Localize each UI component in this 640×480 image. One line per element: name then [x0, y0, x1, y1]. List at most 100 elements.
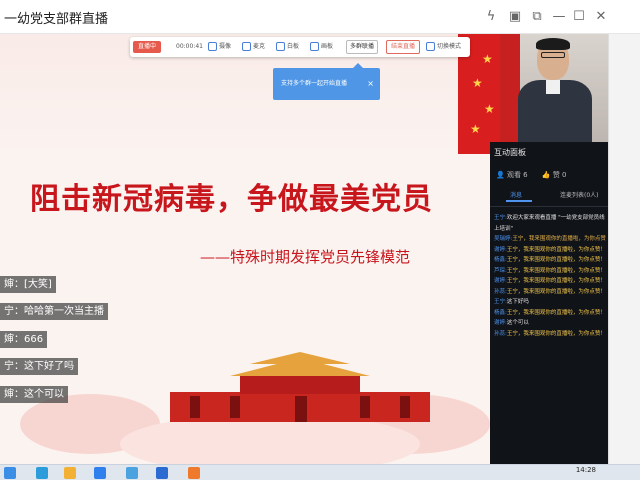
chat-message: 上培训": [494, 225, 606, 233]
chat-text: 王宁，我来围观你的直播啦，为你点赞！: [506, 278, 606, 284]
chat-username: 谢婷:: [494, 278, 507, 284]
slide-subheadline: ——特殊时期发挥党员先锋模范: [200, 248, 411, 266]
chat-text: 王宁，我来围观你的直播啦，为你点赞: [512, 236, 606, 242]
chat-text: 王宁，我来围观你的直播啦，为你点赞！: [506, 267, 606, 274]
presenter-collar: [546, 80, 560, 94]
browser-icon[interactable]: [36, 467, 48, 479]
chat-message: 谢婷:王宁，我来围观你的直播啦，为你点赞！: [494, 277, 606, 285]
panel-edge: [608, 34, 640, 464]
presenter-camera-feed: [500, 34, 608, 142]
tooltip-text: 支持多个群一起开始直播: [281, 80, 348, 87]
danmaku-message: 宁：哈哈第一次当主播: [0, 303, 108, 320]
chat-text: 王宁，我来围观你的直播啦，为你点赞！: [506, 246, 606, 253]
chat-username: 吴瑞婷:: [494, 236, 513, 242]
app-icon[interactable]: [126, 467, 138, 479]
camera-flag-background: [500, 34, 520, 142]
danmaku-message: 婶：666: [0, 331, 48, 348]
app-icon[interactable]: [156, 467, 168, 479]
chat-username: 王宁:: [494, 215, 507, 221]
danmaku-message: 宁：这下好了吗: [0, 358, 78, 375]
drawing-button[interactable]: 画板: [310, 37, 333, 57]
chat-username: 杨鑫:: [494, 257, 507, 263]
chat-text: 王宁，我来围观你的直播啦，为你点赞！: [506, 257, 606, 263]
whiteboard-icon: [276, 42, 285, 51]
star-icon: ★: [482, 52, 493, 66]
chat-username: 王宁:: [494, 299, 507, 305]
presenter-hair: [536, 38, 570, 50]
panel-stats: 👤 观看 6 👍 赞 0: [496, 170, 567, 180]
tooltip-close-icon[interactable]: ×: [367, 68, 374, 100]
chat-username: 孙蕊:: [494, 330, 507, 337]
end-live-button[interactable]: 结束直播: [386, 40, 420, 54]
chat-message: 孙蕊:王宁，我来围观你的直播啦，为你点赞！: [494, 288, 606, 296]
camera-button[interactable]: 摄像: [208, 37, 231, 57]
app-icon[interactable]: [188, 467, 200, 479]
shared-slide: ★ ★ ★ ★ 阻击新冠病毒，争做最美党员 ——特殊时期发挥党员先锋模范: [0, 34, 500, 464]
chat-message: 吴瑞婷:王宁，我来围观你的直播啦，为你点赞: [494, 235, 606, 243]
chat-text: 欢迎大家来观看直播 "一幼党支部党员线: [506, 215, 605, 221]
taskbar-clock: 14:28: [575, 466, 596, 474]
chat-username: 谢婷:: [494, 320, 507, 326]
chat-message: 王宁:欢迎大家来观看直播 "一幼党支部党员线: [494, 214, 606, 222]
window-title: 一幼党支部群直播: [4, 12, 109, 27]
screen-share-icon[interactable]: ▣: [506, 8, 524, 26]
danmaku-message: 婶：这个可以: [0, 386, 68, 403]
panel-title: 互动面板: [494, 148, 526, 157]
active-tab-indicator: [506, 200, 532, 202]
like-icon: 👍: [541, 171, 551, 179]
live-toolbar: 直播中 00:00:41 摄像 麦克 白板 画板 多群联播 结束直播 切换模式: [130, 37, 470, 57]
chat-message: 谢婷:王宁，我来围观你的直播啦，为你点赞！: [494, 246, 606, 254]
chat-text: 王宁，我来围观你的直播啦，为你点赞！: [506, 288, 606, 295]
tab-link-mic-list[interactable]: 连麦列表(0人): [560, 190, 599, 199]
maximize-icon[interactable]: ☐: [570, 8, 588, 26]
lightning-icon[interactable]: ϟ: [482, 8, 500, 26]
viewer-icon: 👤: [496, 171, 505, 179]
star-icon: ★: [472, 76, 483, 90]
tab-messages[interactable]: 消息: [510, 190, 522, 199]
panel-divider: [490, 206, 608, 207]
title-bar: 一幼党支部群直播 ϟ ▣ ⧉ — ☐ ✕: [0, 0, 640, 34]
chat-username: 谢婷:: [494, 246, 507, 253]
viewer-count: 观看 6: [506, 171, 528, 179]
close-icon[interactable]: ✕: [592, 8, 610, 26]
live-status-badge: 直播中: [133, 41, 162, 53]
multi-live-tooltip: 支持多个群一起开始直播 ×: [273, 63, 380, 100]
chat-text: 上培训": [494, 225, 514, 232]
presenter-glasses: [541, 52, 565, 58]
chat-message: 王宁:这下好吗: [494, 298, 606, 306]
switch-mode-button[interactable]: 切换模式: [426, 37, 461, 57]
minimize-icon[interactable]: —: [550, 8, 568, 26]
copy-icon[interactable]: ⧉: [528, 8, 546, 26]
camera-icon: [208, 42, 217, 51]
like-count: 赞 0: [552, 171, 567, 179]
mic-button[interactable]: 麦克: [242, 37, 265, 57]
chat-text: 这个可以: [506, 320, 529, 326]
chat-username: 杨鑫:: [494, 309, 507, 316]
danmaku-message: 婶：[大笑]: [0, 276, 56, 293]
multi-group-live-button[interactable]: 多群联播: [346, 40, 378, 54]
taskbar: 14:28: [0, 464, 640, 480]
chat-text: 王宁，我来围观你的直播啦，为你点赞！: [506, 309, 606, 316]
start-icon[interactable]: [4, 467, 16, 479]
folder-icon[interactable]: [64, 467, 76, 479]
chat-username: 芦琛:: [494, 267, 507, 274]
chat-message: 谢婷:这个可以: [494, 319, 606, 327]
star-icon: ★: [470, 122, 481, 136]
slide-headline: 阻击新冠病毒，争做最美党员: [30, 182, 433, 217]
star-icon: ★: [484, 102, 495, 116]
mic-icon: [242, 42, 251, 51]
chat-text: 王宁，我来围观你的直播啦，为你点赞！: [506, 330, 606, 337]
pen-icon: [310, 42, 319, 51]
whiteboard-button[interactable]: 白板: [276, 37, 299, 57]
tiananmen-gate-image: [170, 352, 430, 422]
live-timer: 00:00:41: [176, 43, 203, 50]
chat-message: 杨鑫:王宁，我来围观你的直播啦，为你点赞！: [494, 309, 606, 317]
live-stream-window: 一幼党支部群直播 ϟ ▣ ⧉ — ☐ ✕ ★ ★ ★ ★ 阻击新冠病毒，争做最美…: [0, 0, 640, 480]
chat-message: 杨鑫:王宁，我来围观你的直播啦，为你点赞！: [494, 256, 606, 264]
chat-message: 孙蕊:王宁，我来围观你的直播啦，为你点赞！: [494, 330, 606, 338]
interaction-panel: 互动面板 👤 观看 6 👍 赞 0 消息 连麦列表(0人) 王宁:欢迎大家来观看…: [490, 142, 608, 464]
chat-message: 芦琛:王宁，我来围观你的直播啦，为你点赞！: [494, 267, 606, 275]
chat-text: 这下好吗: [506, 299, 529, 305]
app-icon[interactable]: [94, 467, 106, 479]
switch-icon: [426, 42, 435, 51]
